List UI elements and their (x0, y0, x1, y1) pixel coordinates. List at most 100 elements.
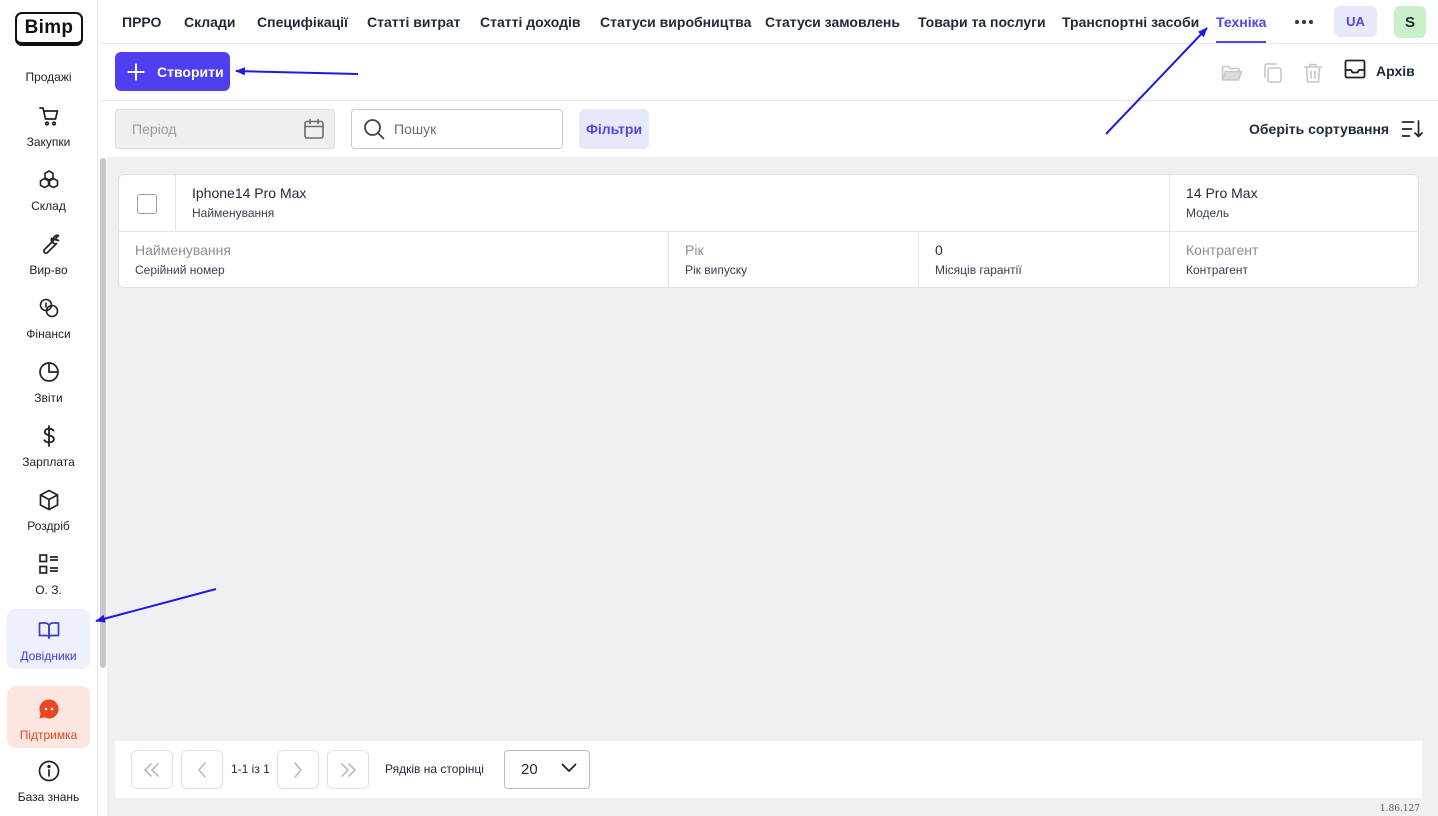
more-icon[interactable] (1292, 10, 1316, 34)
user-avatar[interactable]: S (1394, 6, 1426, 38)
select-cell (119, 175, 176, 232)
calendar-icon[interactable] (303, 118, 325, 143)
sidebar-item-finance[interactable]: Фінанси (7, 287, 90, 347)
sidebar-scrollbar[interactable] (100, 158, 106, 668)
tab-warehouses[interactable]: Склади (184, 0, 235, 44)
rows-per-page-value: 20 (521, 761, 538, 778)
period-field[interactable]: Період (115, 109, 335, 149)
year-label: Рік випуску (685, 263, 748, 277)
sidebar-item-label: Довідники (20, 649, 77, 663)
prev-page-button[interactable] (181, 750, 223, 789)
sidebar-item-label: Вир-во (29, 263, 68, 277)
sidebar-item-reports[interactable]: Звіти (7, 351, 90, 411)
row-checkbox[interactable] (137, 194, 157, 214)
trash-icon[interactable] (1301, 61, 1325, 85)
info-icon (37, 759, 61, 783)
sidebar-item-sales[interactable]: Продажі (7, 63, 90, 91)
sidebar-item-warehouse[interactable]: Склад (7, 159, 90, 219)
sidebar-item-production[interactable]: Вир-во (7, 223, 90, 283)
sort-icon (1401, 119, 1423, 139)
filters-button[interactable]: Фільтри (579, 109, 649, 149)
inbox-icon (1344, 59, 1366, 82)
model-label: Модель (1186, 206, 1230, 220)
year-value: Рік (685, 242, 704, 258)
rows-per-page-label: Рядків на сторінці (385, 762, 484, 776)
sidebar-item-knowledge-base[interactable]: База знань (7, 750, 90, 810)
tab-expense-items[interactable]: Статті витрат (367, 0, 461, 44)
sidebar-item-fixed-assets[interactable]: О. З. (7, 543, 90, 603)
coins-icon (37, 296, 61, 320)
sidebar: Bimp Продажі Закупки Склад Вир-во Фінанс… (0, 0, 98, 816)
warranty-value: 0 (935, 242, 943, 258)
first-page-button[interactable] (131, 750, 173, 789)
sidebar-item-label: Підтримка (19, 728, 78, 742)
sidebar-item-label: Склад (31, 199, 66, 213)
tab-prro[interactable]: ПРРО (122, 0, 161, 44)
copy-icon[interactable] (1261, 61, 1285, 85)
boxes-icon (37, 168, 61, 192)
sidebar-item-purchases[interactable]: Закупки (7, 95, 90, 155)
sidebar-item-label: База знань (17, 790, 80, 804)
sidebar-item-label: Фінанси (26, 327, 71, 341)
sidebar-item-support[interactable]: Підтримка (7, 686, 90, 748)
name-cell: Iphone14 Pro Max Найменування (176, 175, 1170, 232)
chevron-left-icon (198, 761, 206, 778)
sidebar-item-label: Продажі (25, 70, 72, 84)
create-button-label: Створити (157, 63, 224, 80)
equipment-card[interactable]: Iphone14 Pro Max Найменування 14 Pro Max… (118, 174, 1419, 289)
sidebar-item-label: Роздріб (27, 519, 70, 533)
create-button[interactable]: Створити (115, 52, 230, 91)
open-folder-icon[interactable] (1220, 61, 1244, 85)
name-value: Iphone14 Pro Max (192, 185, 307, 201)
sidebar-item-label: Звіти (34, 391, 63, 405)
app-version: 1.86.127 (1379, 804, 1420, 814)
card-header-row: Iphone14 Pro Max Найменування 14 Pro Max… (119, 175, 1418, 232)
serial-label: Серійний номер (135, 263, 225, 277)
search-icon (363, 118, 385, 140)
serial-cell: Найменування Серійний номер (119, 232, 669, 289)
name-label: Найменування (192, 206, 275, 220)
search-input[interactable] (394, 121, 544, 137)
top-navigation: ПРРО Склади Специфікації Статті витрат С… (99, 0, 1438, 44)
serial-value: Найменування (135, 242, 231, 258)
plus-icon (127, 63, 145, 81)
chevron-right-icon (294, 761, 302, 778)
sidebar-item-salary[interactable]: Зарплата (7, 415, 90, 475)
sort-selector[interactable]: Оберіть сортування (1249, 119, 1423, 139)
tab-equipment[interactable]: Техніка (1216, 0, 1267, 44)
wrench-icon (37, 232, 61, 256)
sidebar-item-label: О. З. (35, 583, 62, 597)
tab-specifications[interactable]: Специфікації (257, 0, 348, 44)
counterparty-label: Контрагент (1186, 263, 1249, 277)
tab-vehicles[interactable]: Транспортні засоби (1062, 0, 1199, 44)
content-area: Iphone14 Pro Max Найменування 14 Pro Max… (107, 157, 1438, 816)
rows-per-page-select[interactable]: 20 (504, 750, 590, 789)
filter-bar: Період Фільтри Оберіть сортування (99, 101, 1438, 157)
sort-label: Оберіть сортування (1249, 121, 1390, 137)
sidebar-item-label: Закупки (26, 135, 71, 149)
period-placeholder: Період (132, 121, 177, 137)
dollar-icon (37, 424, 61, 448)
sidebar-item-directories[interactable]: Довідники (7, 609, 90, 669)
archive-button[interactable]: Архів (1344, 59, 1415, 82)
bimp-logo[interactable]: Bimp (15, 12, 83, 46)
tab-order-statuses[interactable]: Статуси замовлень (765, 0, 900, 44)
sidebar-item-label: Зарплата (22, 455, 75, 469)
warranty-cell: 0 Місяців гарантії (918, 232, 1169, 289)
cube-icon (37, 488, 61, 512)
archive-label: Архів (1376, 62, 1415, 79)
double-chevron-right-icon (341, 762, 356, 777)
page-range: 1-1 із 1 (231, 762, 270, 776)
chat-icon (37, 697, 61, 721)
tab-goods-services[interactable]: Товари та послуги (918, 0, 1046, 44)
language-button[interactable]: UA (1334, 6, 1377, 37)
checklist-icon (37, 552, 61, 576)
sidebar-item-retail[interactable]: Роздріб (7, 479, 90, 539)
tab-income-items[interactable]: Статті доходів (480, 0, 581, 44)
search-box (351, 109, 563, 149)
book-icon (37, 618, 61, 642)
tab-production-statuses[interactable]: Статуси виробництва (600, 0, 751, 44)
pagination: 1-1 із 1 Рядків на сторінці 20 (115, 741, 1422, 798)
next-page-button[interactable] (277, 750, 319, 789)
last-page-button[interactable] (327, 750, 369, 789)
